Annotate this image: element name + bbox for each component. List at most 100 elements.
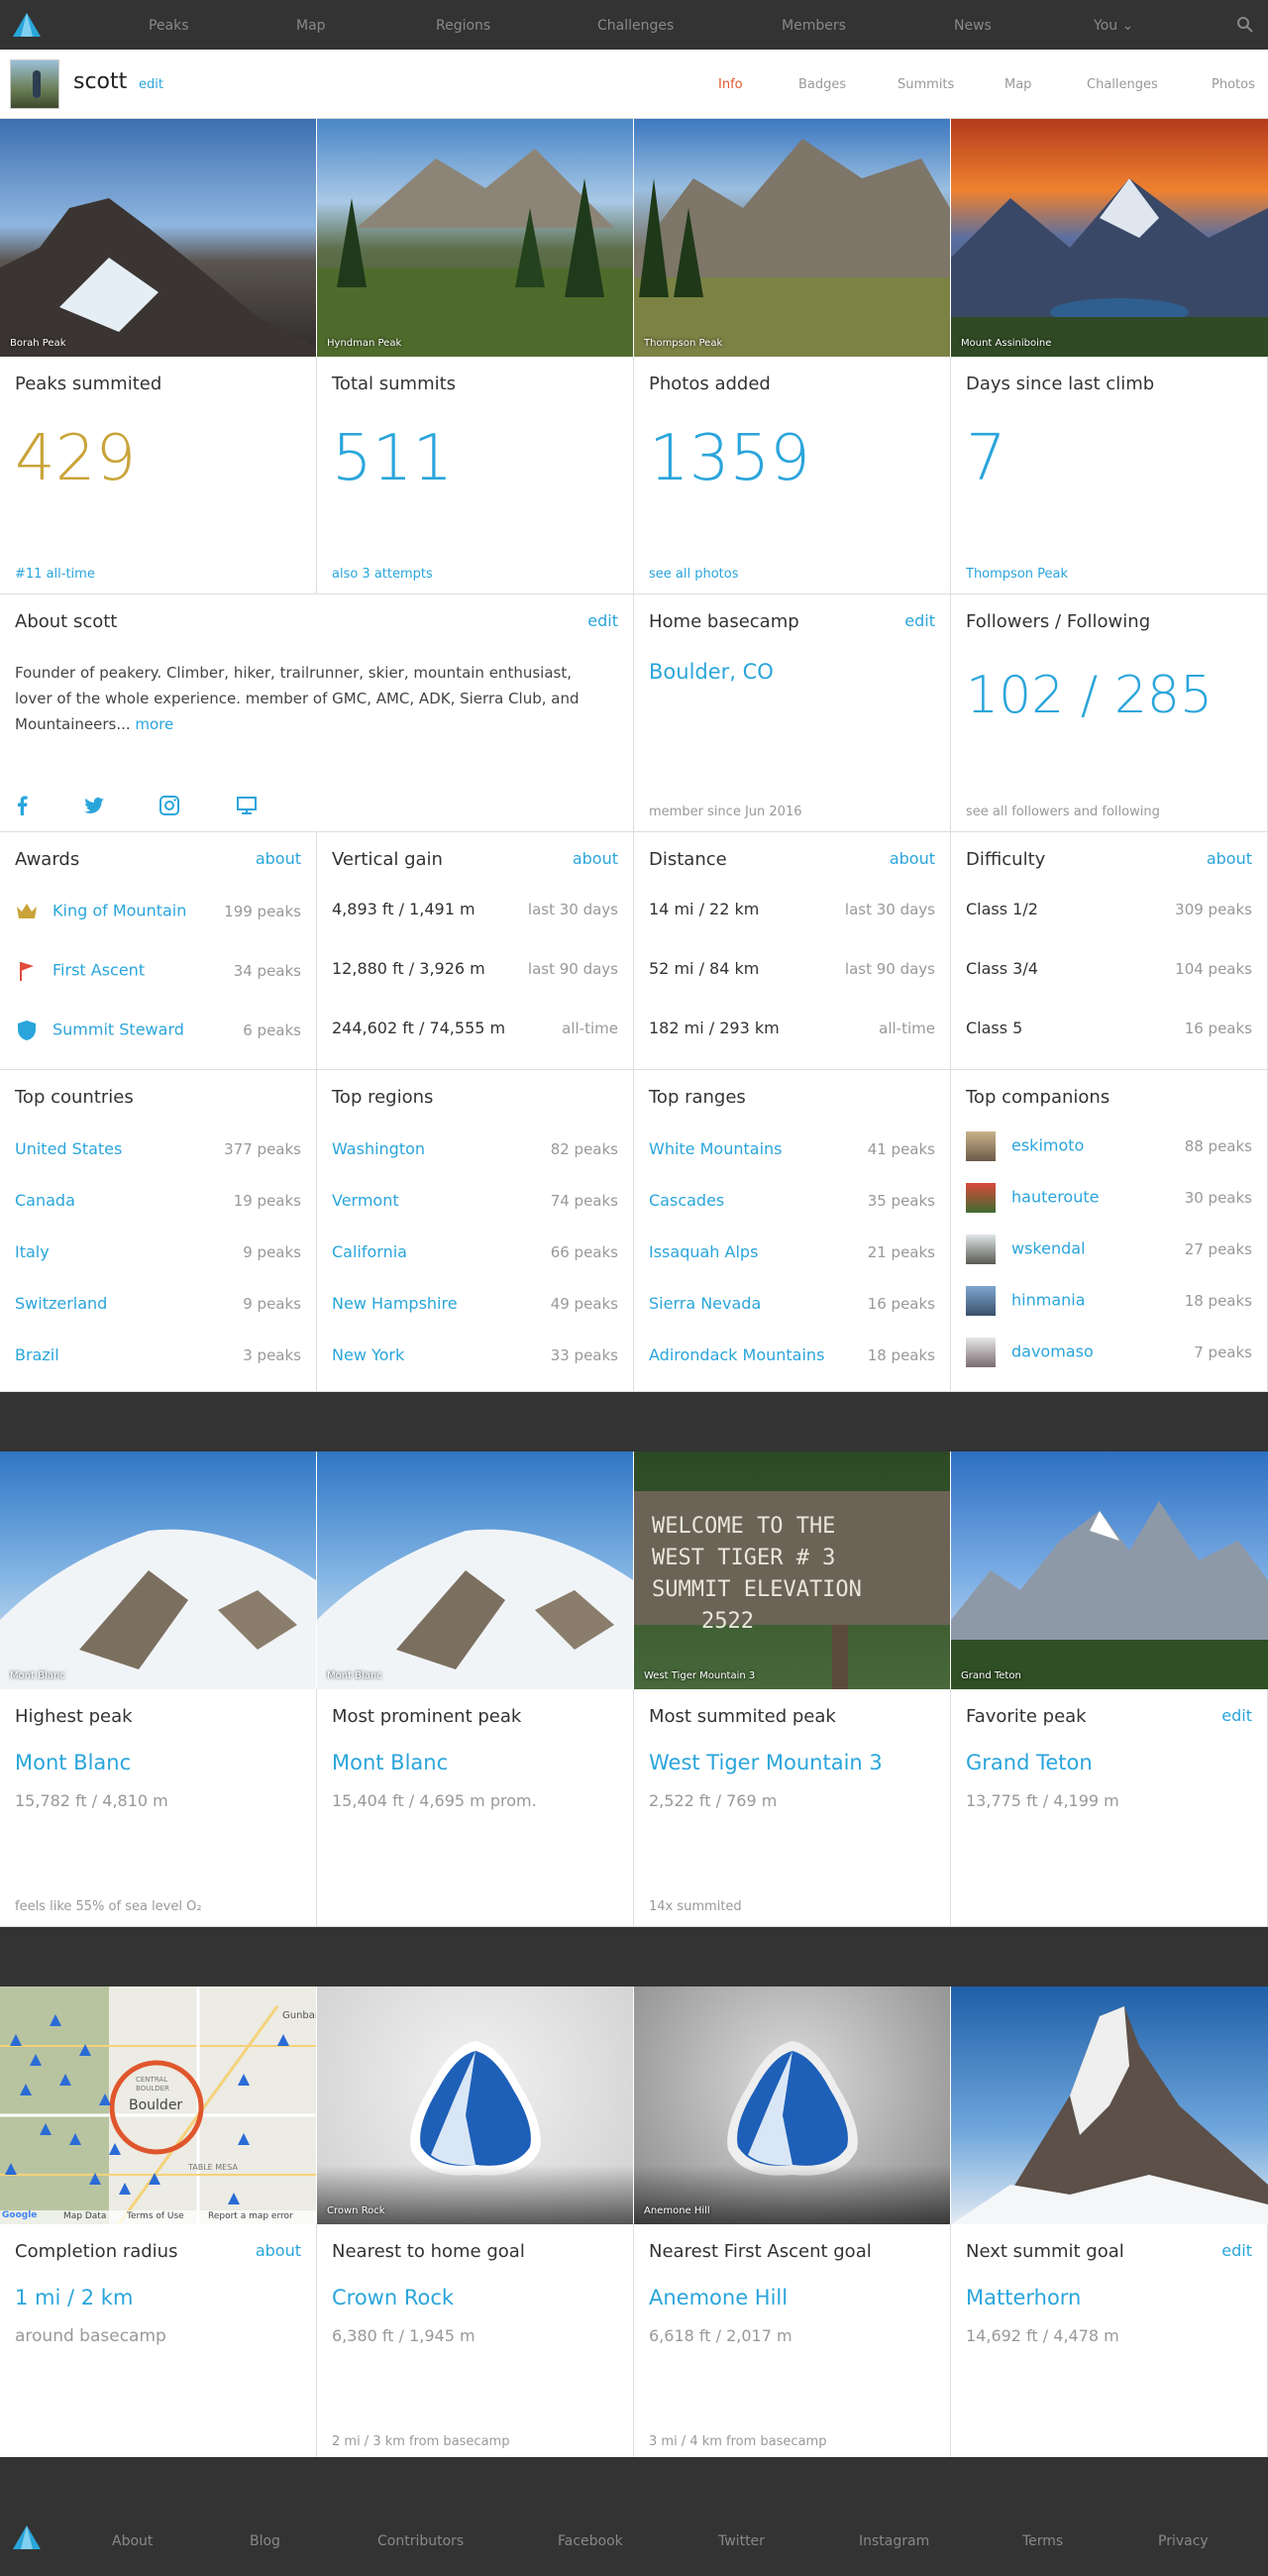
nav-members[interactable]: Members	[782, 18, 846, 34]
photo-mont-blanc[interactable]: Mont Blanc	[0, 1451, 316, 1689]
awards-about-link[interactable]: about	[256, 849, 301, 868]
footer-contributors-link[interactable]: Contributors	[377, 2533, 464, 2549]
photo-anemone-hill-placeholder[interactable]: Anemone Hill	[634, 1986, 950, 2224]
award-king-of-mountain-link[interactable]: King of Mountain	[53, 902, 186, 920]
stat-attempts-link[interactable]: also 3 attempts	[332, 567, 433, 582]
tab-photos[interactable]: Photos	[1212, 77, 1255, 92]
footer-facebook-link[interactable]: Facebook	[558, 2533, 623, 2549]
range-link[interactable]: Cascades	[649, 1191, 724, 1210]
companion-avatar[interactable]	[966, 1131, 996, 1161]
region-link[interactable]: New Hampshire	[332, 1294, 458, 1313]
vertical-about-link[interactable]: about	[573, 849, 618, 868]
nav-regions[interactable]: Regions	[436, 18, 490, 34]
photo-borah-peak[interactable]: Borah Peak	[0, 119, 316, 357]
tab-info[interactable]: Info	[718, 77, 743, 92]
footer-twitter-link[interactable]: Twitter	[718, 2533, 765, 2549]
website-icon[interactable]	[236, 795, 258, 816]
peak-link[interactable]: Anemone Hill	[649, 2286, 788, 2309]
footer-blog-link[interactable]: Blog	[250, 2533, 280, 2549]
radius-about-link[interactable]: about	[256, 2241, 301, 2260]
peakery-logo-icon[interactable]	[12, 12, 42, 38]
photo-caption: Borah Peak	[10, 338, 66, 349]
award-first-ascent-link[interactable]: First Ascent	[53, 961, 145, 980]
country-link[interactable]: Canada	[15, 1191, 75, 1210]
country-link[interactable]: United States	[15, 1139, 122, 1158]
photo-caption: West Tiger Mountain 3	[644, 1670, 756, 1681]
photo-crown-rock-placeholder[interactable]: Crown Rock	[317, 1986, 633, 2224]
peak-link[interactable]: Mont Blanc	[15, 1751, 131, 1774]
twitter-icon[interactable]	[83, 795, 105, 816]
radius-value[interactable]: 1 mi / 2 km	[15, 2286, 133, 2309]
range-link[interactable]: White Mountains	[649, 1139, 782, 1158]
companion-link[interactable]: hinmania	[1011, 1291, 1086, 1310]
range-link[interactable]: Sierra Nevada	[649, 1294, 761, 1313]
photo-grand-teton[interactable]: Grand Teton	[951, 1451, 1268, 1689]
difficulty-about-link[interactable]: about	[1207, 849, 1252, 868]
range-link[interactable]: Adirondack Mountains	[649, 1345, 824, 1364]
photo-mont-blanc-prominent[interactable]: Mont Blanc	[317, 1451, 633, 1689]
region-link[interactable]: Vermont	[332, 1191, 399, 1210]
companion-avatar[interactable]	[966, 1286, 996, 1316]
next-goal-edit-link[interactable]: edit	[1221, 2241, 1252, 2260]
range-link[interactable]: Issaquah Alps	[649, 1242, 758, 1261]
photo-mount-assiniboine[interactable]: Mount Assiniboine	[951, 119, 1268, 357]
peak-link[interactable]: Matterhorn	[966, 2286, 1081, 2309]
footer-terms-link[interactable]: Terms	[1022, 2533, 1063, 2549]
companion-link[interactable]: wskendal	[1011, 1239, 1086, 1258]
photo-west-tiger-3[interactable]: WELCOME TO THE WEST TIGER # 3 SUMMIT ELE…	[634, 1451, 950, 1689]
instagram-icon[interactable]	[158, 795, 180, 816]
tab-summits[interactable]: Summits	[898, 77, 954, 92]
tab-challenges[interactable]: Challenges	[1087, 77, 1158, 92]
region-link[interactable]: New York	[332, 1345, 404, 1364]
edit-profile-link[interactable]: edit	[139, 77, 163, 92]
stat-rank-link[interactable]: #11 all-time	[15, 567, 95, 582]
photo-thompson-peak[interactable]: Thompson Peak	[634, 119, 950, 357]
map-data-link[interactable]: Map Data	[63, 2211, 106, 2221]
about-edit-link[interactable]: edit	[587, 611, 618, 630]
region-link[interactable]: Washington	[332, 1139, 425, 1158]
footer-instagram-link[interactable]: Instagram	[859, 2533, 929, 2549]
footer-privacy-link[interactable]: Privacy	[1158, 2533, 1209, 2549]
last-climb-peak-link[interactable]: Thompson Peak	[966, 567, 1068, 582]
peak-link[interactable]: West Tiger Mountain 3	[649, 1751, 883, 1774]
map-terms-link[interactable]: Terms of Use	[127, 2211, 184, 2221]
favorite-edit-link[interactable]: edit	[1221, 1706, 1252, 1725]
nav-challenges[interactable]: Challenges	[597, 18, 674, 34]
peak-link[interactable]: Crown Rock	[332, 2286, 454, 2309]
search-icon[interactable]	[1236, 16, 1254, 34]
companion-link[interactable]: davomaso	[1011, 1342, 1094, 1361]
award-summit-steward-link[interactable]: Summit Steward	[53, 1020, 184, 1039]
nav-news[interactable]: News	[954, 18, 992, 34]
region-link[interactable]: California	[332, 1242, 407, 1261]
nav-you-dropdown[interactable]: You ⌄	[1094, 18, 1133, 34]
basecamp-map[interactable]: Boulder Gunbarrel CENTRAL BOULDER TABLE …	[0, 1986, 316, 2224]
map-report-link[interactable]: Report a map error	[208, 2211, 293, 2221]
footer-about-link[interactable]: About	[112, 2533, 153, 2549]
facebook-icon[interactable]	[12, 795, 34, 816]
avatar[interactable]	[10, 59, 59, 109]
see-all-followers-link[interactable]: see all followers and following	[966, 805, 1160, 819]
companion-link[interactable]: hauteroute	[1011, 1188, 1099, 1207]
followers-value[interactable]: 102 / 285	[966, 666, 1213, 725]
country-link[interactable]: Switzerland	[15, 1294, 107, 1313]
country-link[interactable]: Italy	[15, 1242, 50, 1261]
nav-map[interactable]: Map	[296, 18, 326, 34]
photo-matterhorn[interactable]	[951, 1986, 1268, 2224]
peakery-logo-icon[interactable]	[12, 2524, 42, 2550]
about-more-link[interactable]: more	[135, 715, 173, 733]
peak-link[interactable]: Mont Blanc	[332, 1751, 448, 1774]
basecamp-edit-link[interactable]: edit	[904, 611, 935, 630]
peak-link[interactable]: Grand Teton	[966, 1751, 1093, 1774]
companion-avatar[interactable]	[966, 1338, 996, 1367]
companion-link[interactable]: eskimoto	[1011, 1136, 1084, 1155]
tab-badges[interactable]: Badges	[798, 77, 846, 92]
nav-peaks[interactable]: Peaks	[149, 18, 189, 34]
see-all-photos-link[interactable]: see all photos	[649, 567, 739, 582]
companion-avatar[interactable]	[966, 1234, 996, 1264]
companion-avatar[interactable]	[966, 1183, 996, 1213]
country-link[interactable]: Brazil	[15, 1345, 59, 1364]
distance-about-link[interactable]: about	[890, 849, 935, 868]
photo-hyndman-peak[interactable]: Hyndman Peak	[317, 119, 633, 357]
basecamp-place-link[interactable]: Boulder, CO	[649, 660, 774, 684]
tab-map[interactable]: Map	[1004, 77, 1031, 92]
